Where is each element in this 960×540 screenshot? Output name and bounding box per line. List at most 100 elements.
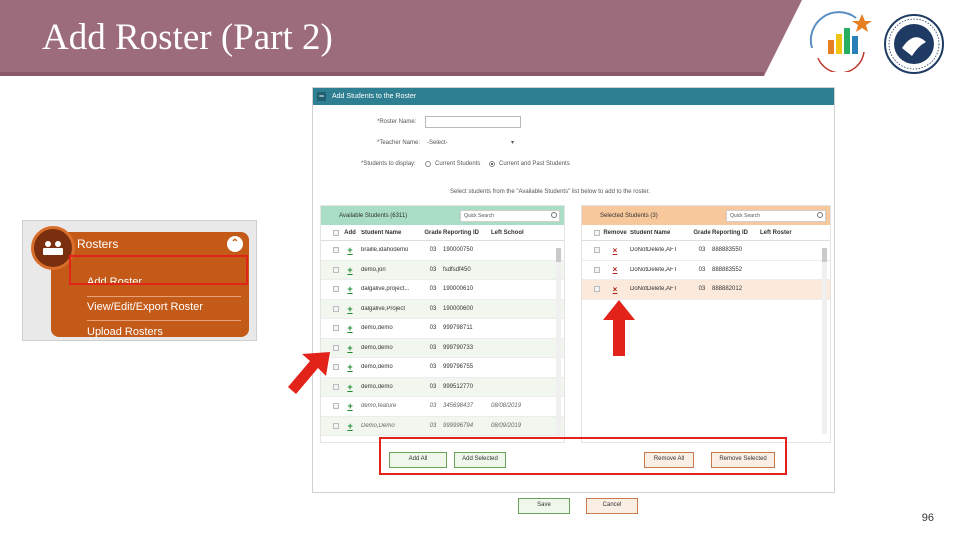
cell-student-name: Demo,Demo xyxy=(361,422,395,429)
cell-student-name: braille,idahodemo xyxy=(361,247,409,254)
selected-rows: × DoNotDelete,AFT 03 888883550 × DoNotDelete,… xyxy=(582,241,830,300)
add-icon[interactable]: + xyxy=(339,362,361,372)
cell-left-school: 08/08/2019 xyxy=(491,403,522,410)
col-student-name[interactable]: Student Name xyxy=(630,230,692,236)
testing-assessment-logo xyxy=(809,11,872,72)
table-row[interactable]: + demo,jon 03 fsdfsdf450 xyxy=(321,260,564,280)
chevron-down-icon[interactable]: ▾ xyxy=(511,139,514,146)
table-row[interactable]: + demo,feature 03 345698437 08/08/2019 xyxy=(321,397,564,417)
add-icon[interactable]: + xyxy=(339,323,361,333)
table-row[interactable]: × DoNotDelete,AFT 03 888883552 xyxy=(582,261,830,280)
table-row[interactable]: + demo,demo 03 999512770 xyxy=(321,377,564,397)
table-row[interactable]: + demo,demo 03 999790733 xyxy=(321,338,564,358)
search-icon[interactable] xyxy=(817,211,823,218)
cell-student-name: DoNotDelete,AFT xyxy=(630,286,678,293)
col-reporting-id[interactable]: Reporting ID xyxy=(443,230,491,236)
cell-student-name: dalgalive,Project xyxy=(361,305,406,312)
roster-name-label: *Roster Name: xyxy=(377,119,417,125)
cell-grade: 03 xyxy=(429,247,437,254)
menu-item-view-edit-export[interactable]: View/Edit/Export Roster xyxy=(87,301,203,313)
menu-header-rosters[interactable]: Rosters xyxy=(77,237,118,251)
teacher-name-label: *Teacher Name: xyxy=(377,140,421,146)
cell-reporting-id: 888883550 xyxy=(712,247,743,254)
col-reporting-id[interactable]: Reporting ID xyxy=(712,230,760,236)
available-list-header: Available Students (6311) Quick Search xyxy=(321,206,564,225)
col-left-school[interactable]: Left School xyxy=(491,230,531,236)
students-display-label: *Students to display: xyxy=(361,161,416,167)
cell-reporting-id: 999512770 xyxy=(443,383,474,390)
add-icon[interactable]: + xyxy=(339,343,361,353)
table-row[interactable]: + demo,demo 03 999796755 xyxy=(321,358,564,378)
add-icon[interactable]: + xyxy=(339,284,361,294)
menu-item-upload-rosters[interactable]: Upload Rosters xyxy=(87,326,163,338)
table-row[interactable]: × DoNotDelete,AFT 03 888882012 xyxy=(582,280,830,300)
remove-icon[interactable]: × xyxy=(600,246,630,255)
cell-grade: 03 xyxy=(429,422,437,429)
page-number: 96 xyxy=(921,512,934,524)
cell-grade: 03 xyxy=(429,344,437,351)
available-search-placeholder: Quick Search xyxy=(464,212,495,219)
cell-reporting-id: fsdfsdf450 xyxy=(443,266,471,273)
col-left-roster[interactable]: Left Roster xyxy=(760,230,800,236)
table-row[interactable]: + braille,idahodemo 03 190000750 xyxy=(321,241,564,261)
add-icon[interactable]: + xyxy=(339,401,361,411)
selected-column-headers: Remove Student Name Grade Reporting ID L… xyxy=(582,225,830,241)
add-icon[interactable]: + xyxy=(339,265,361,275)
arrow-pointer-icon xyxy=(288,352,330,394)
roster-name-input[interactable] xyxy=(425,116,521,128)
remove-icon[interactable]: × xyxy=(600,285,630,294)
cancel-button[interactable]: Cancel xyxy=(586,498,638,514)
add-icon[interactable]: + xyxy=(339,421,361,431)
cell-grade: 03 xyxy=(429,305,437,312)
add-icon[interactable]: + xyxy=(339,382,361,392)
table-row[interactable]: + demo,demo 03 999798711 xyxy=(321,319,564,339)
cell-student-name: dalgalive,project... xyxy=(361,286,410,293)
arrow-up-icon xyxy=(603,300,635,356)
selected-scrollbar[interactable] xyxy=(822,248,827,434)
radio-current-label: Current Students xyxy=(435,161,481,167)
cell-reporting-id: 888883552 xyxy=(712,266,743,273)
selected-search-input[interactable]: Quick Search xyxy=(726,209,826,222)
cell-reporting-id: 999996794 xyxy=(443,422,474,429)
cell-reporting-id: 190000750 xyxy=(443,247,474,254)
available-title: Available Students (6311) xyxy=(339,212,408,219)
cell-reporting-id: 999798711 xyxy=(443,325,473,332)
cell-student-name: demo,demo xyxy=(361,325,393,332)
cell-grade: 03 xyxy=(429,383,437,390)
col-student-name[interactable]: Student Name xyxy=(361,230,423,236)
slide-title: Add Roster (Part 2) xyxy=(42,17,333,58)
teacher-name-select[interactable]: -Select- xyxy=(427,140,448,146)
collapse-icon[interactable]: − xyxy=(317,92,326,101)
selected-search-placeholder: Quick Search xyxy=(730,212,761,219)
col-grade[interactable]: Grade xyxy=(692,230,712,236)
remove-icon[interactable]: × xyxy=(600,265,630,274)
available-column-headers: Add Student Name Grade Reporting ID Left… xyxy=(321,225,564,241)
available-students-list: Available Students (6311) Quick Search A… xyxy=(320,205,565,443)
table-row[interactable]: + Demo,Demo 03 999996794 08/09/2019 xyxy=(321,416,564,436)
radio-current-students[interactable] xyxy=(425,161,431,167)
cell-student-name: DoNotDelete,AFT xyxy=(630,247,678,254)
selected-list-header: Selected Students (3) Quick Search xyxy=(582,206,830,225)
table-row[interactable]: + dalgalive,Project 03 190000600 xyxy=(321,299,564,319)
cell-student-name: demo,feature xyxy=(361,403,397,410)
add-icon[interactable]: + xyxy=(339,245,361,255)
add-icon[interactable]: + xyxy=(339,304,361,314)
radio-current-past-students[interactable] xyxy=(489,161,495,167)
available-rows: + braille,idahodemo 03 190000750 + demo,jon 03… xyxy=(321,241,564,436)
available-scrollbar[interactable] xyxy=(556,248,561,434)
cell-student-name: demo,demo xyxy=(361,344,393,351)
col-grade[interactable]: Grade xyxy=(423,230,443,236)
cell-reporting-id: 999790733 xyxy=(443,344,474,351)
available-search-input[interactable]: Quick Search xyxy=(460,209,560,222)
cell-grade: 03 xyxy=(429,286,437,293)
save-button[interactable]: Save xyxy=(518,498,570,514)
panel-title: Add Students to the Roster xyxy=(332,93,417,100)
chevron-up-icon[interactable]: ⌃ xyxy=(227,236,243,252)
buttons-highlight-box xyxy=(379,437,787,475)
search-icon[interactable] xyxy=(551,211,557,218)
menu-divider xyxy=(87,320,241,321)
cell-reporting-id: 190000610 xyxy=(443,286,474,293)
cell-grade: 03 xyxy=(698,266,706,273)
table-row[interactable]: × DoNotDelete,AFT 03 888883550 xyxy=(582,241,830,261)
table-row[interactable]: + dalgalive,project... 03 190000610 xyxy=(321,280,564,300)
